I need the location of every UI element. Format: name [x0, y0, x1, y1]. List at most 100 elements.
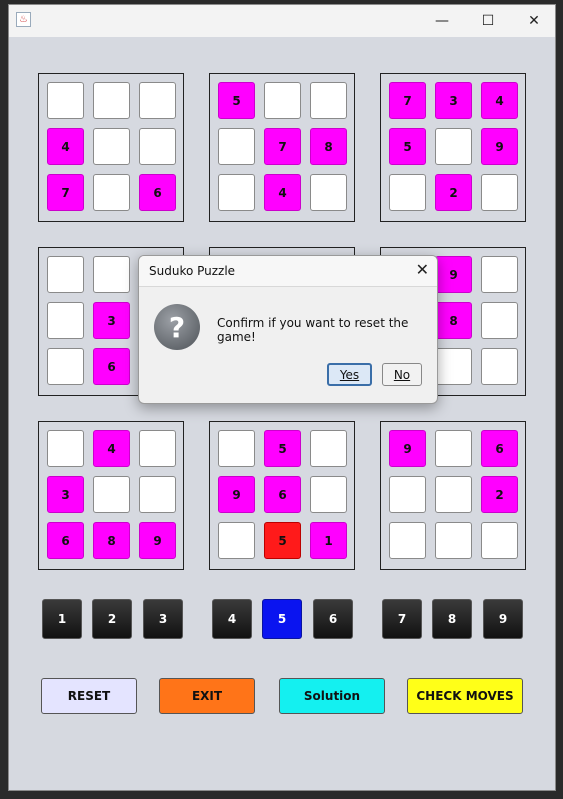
sudoku-cell[interactable] [218, 174, 255, 211]
sudoku-cell[interactable]: 8 [93, 522, 130, 559]
sudoku-cell[interactable]: 6 [264, 476, 301, 513]
number-button-4[interactable]: 4 [212, 599, 252, 639]
sudoku-cell[interactable] [93, 256, 130, 293]
sudoku-cell[interactable]: 9 [435, 256, 472, 293]
dialog-title: Suduko Puzzle [149, 264, 236, 278]
sudoku-cell[interactable] [218, 522, 255, 559]
number-button-1[interactable]: 1 [42, 599, 82, 639]
sudoku-cell[interactable] [139, 82, 176, 119]
sudoku-cell[interactable] [389, 476, 426, 513]
number-button-3[interactable]: 3 [143, 599, 183, 639]
sudoku-cell[interactable]: 8 [435, 302, 472, 339]
close-icon[interactable]: ✕ [416, 260, 429, 279]
sudoku-cell[interactable]: 4 [481, 82, 518, 119]
sudoku-cell[interactable]: 5 [218, 82, 255, 119]
sudoku-cell[interactable]: 1 [310, 522, 347, 559]
question-icon: ? [154, 304, 200, 350]
sudoku-cell[interactable] [264, 82, 301, 119]
number-button-5[interactable]: 5 [262, 599, 302, 639]
sudoku-cell[interactable]: 5 [264, 430, 301, 467]
sudoku-cell[interactable] [481, 522, 518, 559]
sudoku-box: 734 5 92 [380, 73, 526, 222]
sudoku-cell[interactable]: 6 [93, 348, 130, 385]
sudoku-cell[interactable]: 2 [435, 174, 472, 211]
maximize-button[interactable]: ☐ [465, 5, 511, 37]
sudoku-cell[interactable] [435, 348, 472, 385]
yes-button[interactable]: Yes [327, 363, 372, 386]
no-label: No [393, 367, 411, 382]
sudoku-cell[interactable] [139, 430, 176, 467]
sudoku-cell[interactable] [435, 128, 472, 165]
number-button-2[interactable]: 2 [92, 599, 132, 639]
sudoku-box: 5784 [209, 73, 355, 222]
sudoku-cell[interactable] [47, 348, 84, 385]
no-button[interactable]: No [382, 363, 422, 386]
sudoku-cell[interactable]: 7 [389, 82, 426, 119]
check-moves-button[interactable]: CHECK MOVES [407, 678, 523, 714]
number-button-9[interactable]: 9 [483, 599, 523, 639]
sudoku-cell[interactable] [93, 174, 130, 211]
sudoku-cell[interactable]: 6 [481, 430, 518, 467]
sudoku-cell[interactable]: 9 [481, 128, 518, 165]
dialog-title-bar: Suduko Puzzle ✕ [139, 256, 437, 287]
sudoku-cell[interactable]: 3 [435, 82, 472, 119]
sudoku-cell[interactable] [481, 256, 518, 293]
sudoku-cell[interactable] [435, 522, 472, 559]
sudoku-cell[interactable]: 4 [93, 430, 130, 467]
sudoku-cell[interactable] [93, 476, 130, 513]
yes-label: Yes [339, 367, 360, 382]
sudoku-cell[interactable]: 4 [47, 128, 84, 165]
sudoku-cell[interactable] [93, 128, 130, 165]
sudoku-cell[interactable] [310, 430, 347, 467]
java-icon: ♨ [16, 12, 31, 27]
sudoku-cell[interactable] [218, 128, 255, 165]
sudoku-cell[interactable] [139, 128, 176, 165]
sudoku-box: 4 7 6 [38, 73, 184, 222]
exit-button[interactable]: EXIT [159, 678, 255, 714]
sudoku-cell[interactable]: 9 [389, 430, 426, 467]
sudoku-cell[interactable]: 9 [139, 522, 176, 559]
sudoku-cell[interactable]: 3 [93, 302, 130, 339]
sudoku-cell[interactable] [47, 82, 84, 119]
dialog-message: Confirm if you want to reset the game! [217, 316, 409, 344]
sudoku-cell[interactable] [310, 476, 347, 513]
sudoku-cell[interactable] [47, 302, 84, 339]
sudoku-cell[interactable] [389, 522, 426, 559]
sudoku-cell[interactable] [47, 430, 84, 467]
sudoku-cell[interactable]: 5 [264, 522, 301, 559]
sudoku-cell[interactable]: 7 [47, 174, 84, 211]
sudoku-cell[interactable] [481, 302, 518, 339]
sudoku-cell[interactable] [218, 430, 255, 467]
sudoku-cell[interactable]: 9 [218, 476, 255, 513]
sudoku-cell[interactable]: 3 [47, 476, 84, 513]
reset-confirm-dialog: Suduko Puzzle ✕ ? Confirm if you want to… [138, 255, 438, 404]
sudoku-cell[interactable]: 5 [389, 128, 426, 165]
sudoku-box: 9 6 2 [380, 421, 526, 570]
minimize-button[interactable]: — [419, 5, 465, 37]
reset-button[interactable]: RESET [41, 678, 137, 714]
number-button-6[interactable]: 6 [313, 599, 353, 639]
sudoku-cell[interactable]: 8 [310, 128, 347, 165]
sudoku-box: 43 689 [38, 421, 184, 570]
sudoku-cell[interactable] [481, 174, 518, 211]
sudoku-cell[interactable] [310, 174, 347, 211]
sudoku-cell[interactable] [481, 348, 518, 385]
title-bar: ♨ — ☐ ✕ [9, 5, 555, 37]
sudoku-cell[interactable] [435, 430, 472, 467]
sudoku-cell[interactable] [93, 82, 130, 119]
solution-button[interactable]: Solution [279, 678, 385, 714]
number-button-8[interactable]: 8 [432, 599, 472, 639]
sudoku-cell[interactable]: 6 [139, 174, 176, 211]
sudoku-cell[interactable]: 6 [47, 522, 84, 559]
sudoku-cell[interactable]: 4 [264, 174, 301, 211]
sudoku-cell[interactable] [310, 82, 347, 119]
sudoku-cell[interactable]: 2 [481, 476, 518, 513]
sudoku-cell[interactable] [139, 476, 176, 513]
sudoku-cell[interactable] [389, 174, 426, 211]
number-button-7[interactable]: 7 [382, 599, 422, 639]
sudoku-cell[interactable] [47, 256, 84, 293]
sudoku-cell[interactable] [435, 476, 472, 513]
close-window-button[interactable]: ✕ [511, 5, 557, 37]
sudoku-box: 59651 [209, 421, 355, 570]
sudoku-cell[interactable]: 7 [264, 128, 301, 165]
